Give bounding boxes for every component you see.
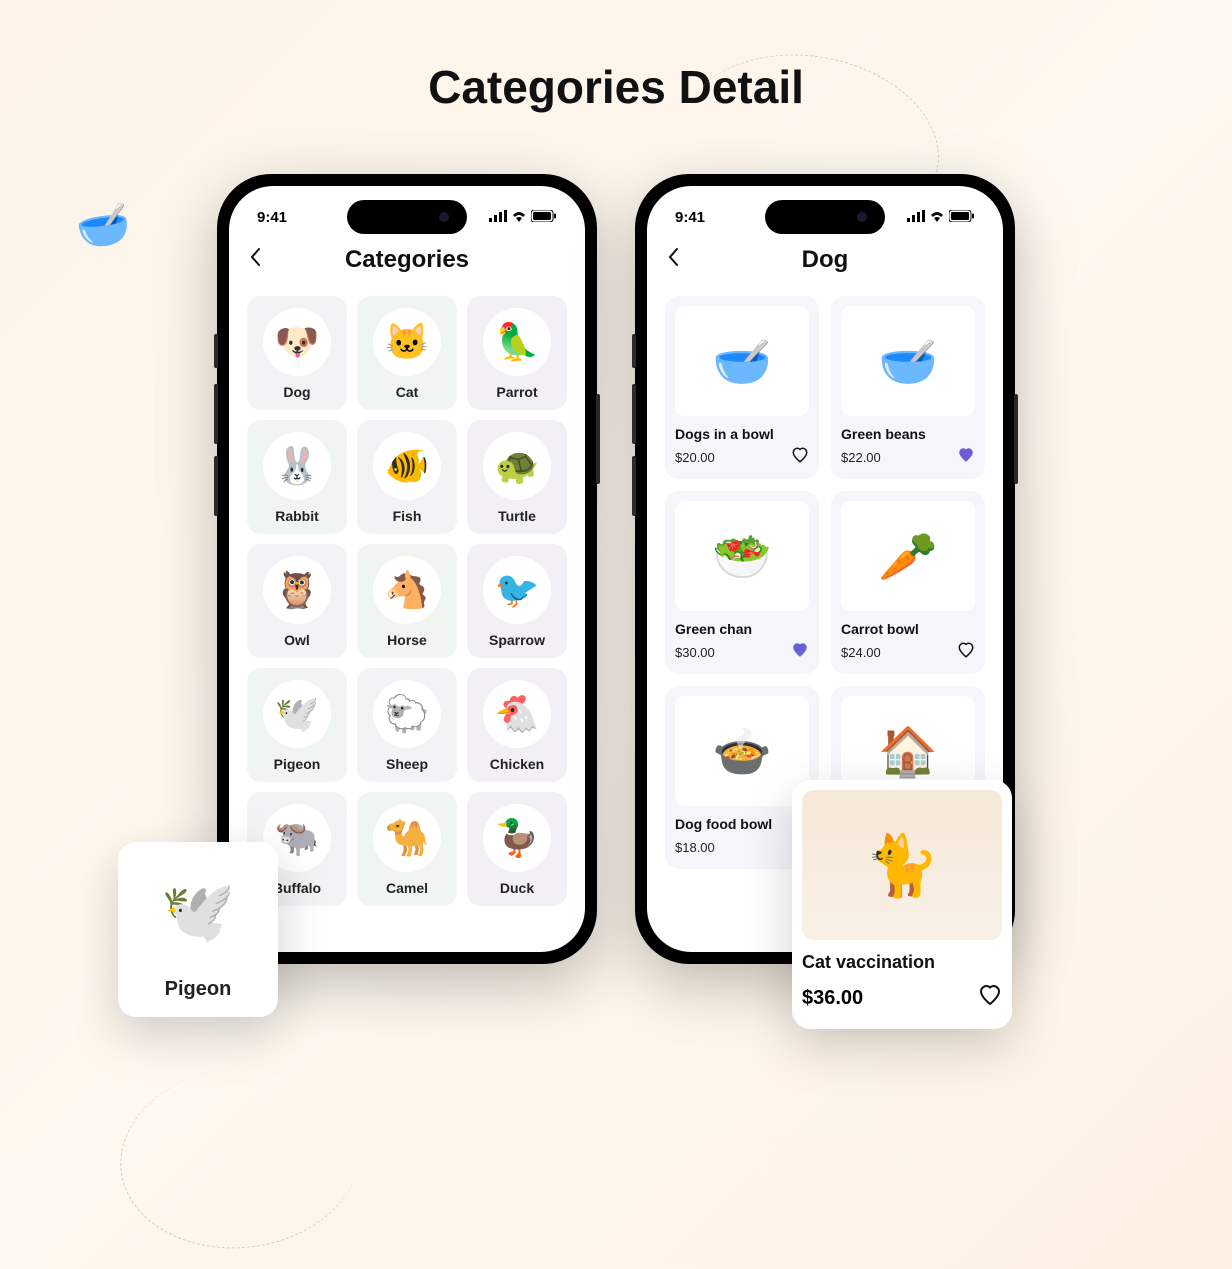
category-label: Parrot xyxy=(496,384,537,400)
dog-icon: 🐶 xyxy=(263,308,331,376)
page-title: Categories Detail xyxy=(0,0,1232,114)
categories-grid: 🐶 Dog 🐱 Cat 🦜 Parrot 🐰 Rabbit 🐠 Fish 🐢 Turtle 🦉 Owl 🐴 H… xyxy=(229,290,585,912)
callout-category-label: Pigeon xyxy=(130,978,266,1001)
category-label: Sparrow xyxy=(489,632,545,648)
category-card-owl[interactable]: 🦉 Owl xyxy=(247,544,347,658)
category-label: Rabbit xyxy=(275,508,319,524)
category-label: Horse xyxy=(387,632,427,648)
wifi-icon xyxy=(511,209,527,226)
back-button[interactable] xyxy=(667,247,679,273)
category-label: Dog xyxy=(283,384,310,400)
chicken-icon: 🐔 xyxy=(483,680,551,748)
category-label: Sheep xyxy=(386,756,428,772)
owl-icon: 🦉 xyxy=(263,556,331,624)
turtle-icon: 🐢 xyxy=(483,432,551,500)
parrot-icon: 🦜 xyxy=(483,308,551,376)
favorite-button[interactable] xyxy=(957,641,975,664)
category-label: Turtle xyxy=(498,508,536,524)
pigeon-icon: 🕊️ xyxy=(263,680,331,748)
status-time: 9:41 xyxy=(675,209,705,226)
category-card-fish[interactable]: 🐠 Fish xyxy=(357,420,457,534)
favorite-button[interactable] xyxy=(978,983,1002,1013)
favorite-button[interactable] xyxy=(791,641,809,664)
product-price: $24.00 xyxy=(841,645,881,660)
back-button[interactable] xyxy=(249,247,261,273)
product-price: $20.00 xyxy=(675,450,715,465)
product-card[interactable]: 🥣 Green beans $22.00 xyxy=(831,296,985,479)
callout-product-name: Cat vaccination xyxy=(802,952,1002,973)
product-image: 🍲 xyxy=(675,696,809,806)
wifi-icon xyxy=(929,209,945,226)
fish-icon: 🐠 xyxy=(373,432,441,500)
category-label: Fish xyxy=(393,508,422,524)
category-card-turtle[interactable]: 🐢 Turtle xyxy=(467,420,567,534)
category-label: Cat xyxy=(396,384,419,400)
category-card-dog[interactable]: 🐶 Dog xyxy=(247,296,347,410)
product-card[interactable]: 🥣 Dogs in a bowl $20.00 xyxy=(665,296,819,479)
sparrow-icon: 🐦 xyxy=(483,556,551,624)
decorative-curve xyxy=(111,1056,369,1260)
callout-category-card[interactable]: 🕊️ Pigeon xyxy=(118,842,278,1017)
horse-icon: 🐴 xyxy=(373,556,441,624)
product-price: $22.00 xyxy=(841,450,881,465)
category-card-rabbit[interactable]: 🐰 Rabbit xyxy=(247,420,347,534)
product-image: 🥣 xyxy=(675,306,809,416)
battery-icon xyxy=(531,209,557,226)
product-name: Dog food bowl xyxy=(675,816,809,832)
sheep-icon: 🐑 xyxy=(373,680,441,748)
product-card[interactable]: 🥗 Green chan $30.00 xyxy=(665,491,819,674)
cat-vaccination-image: 🐈 xyxy=(802,790,1002,940)
rabbit-icon: 🐰 xyxy=(263,432,331,500)
pigeon-icon: 🕊️ xyxy=(143,856,253,966)
phone-frame-categories: 9:41 Categories xyxy=(217,174,597,964)
favorite-button[interactable] xyxy=(791,446,809,469)
camel-icon: 🐪 xyxy=(373,804,441,872)
phone-notch xyxy=(765,200,885,234)
category-card-sheep[interactable]: 🐑 Sheep xyxy=(357,668,457,782)
category-label: Pigeon xyxy=(274,756,321,772)
header: Dog xyxy=(647,236,1003,290)
status-time: 9:41 xyxy=(257,209,287,226)
product-name: Green chan xyxy=(675,621,809,637)
signal-icon xyxy=(907,209,925,226)
product-card[interactable]: 🥕 Carrot bowl $24.00 xyxy=(831,491,985,674)
category-card-pigeon[interactable]: 🕊️ Pigeon xyxy=(247,668,347,782)
category-card-parrot[interactable]: 🦜 Parrot xyxy=(467,296,567,410)
callout-product-card[interactable]: 🐈 Cat vaccination $36.00 xyxy=(792,780,1012,1029)
signal-icon xyxy=(489,209,507,226)
cat-icon: 🐱 xyxy=(373,308,441,376)
category-card-sparrow[interactable]: 🐦 Sparrow xyxy=(467,544,567,658)
callout-product-price: $36.00 xyxy=(802,987,863,1010)
duck-icon: 🦆 xyxy=(483,804,551,872)
product-name: Carrot bowl xyxy=(841,621,975,637)
category-card-camel[interactable]: 🐪 Camel xyxy=(357,792,457,906)
product-image: 🥕 xyxy=(841,501,975,611)
category-label: Chicken xyxy=(490,756,544,772)
header-title: Dog xyxy=(667,246,983,274)
product-name: Green beans xyxy=(841,426,975,442)
phone-notch xyxy=(347,200,467,234)
product-image: 🥗 xyxy=(675,501,809,611)
category-label: Camel xyxy=(386,880,428,896)
header: Categories xyxy=(229,236,585,290)
product-image: 🥣 xyxy=(841,306,975,416)
product-name: Dogs in a bowl xyxy=(675,426,809,442)
header-title: Categories xyxy=(249,246,565,274)
category-card-chicken[interactable]: 🐔 Chicken xyxy=(467,668,567,782)
category-card-duck[interactable]: 🦆 Duck xyxy=(467,792,567,906)
category-card-cat[interactable]: 🐱 Cat xyxy=(357,296,457,410)
category-card-horse[interactable]: 🐴 Horse xyxy=(357,544,457,658)
category-label: Owl xyxy=(284,632,310,648)
product-price: $30.00 xyxy=(675,645,715,660)
category-label: Duck xyxy=(500,880,534,896)
favorite-button[interactable] xyxy=(957,446,975,469)
category-label: Buffalo xyxy=(273,880,321,896)
battery-icon xyxy=(949,209,975,226)
product-price: $18.00 xyxy=(675,840,715,855)
